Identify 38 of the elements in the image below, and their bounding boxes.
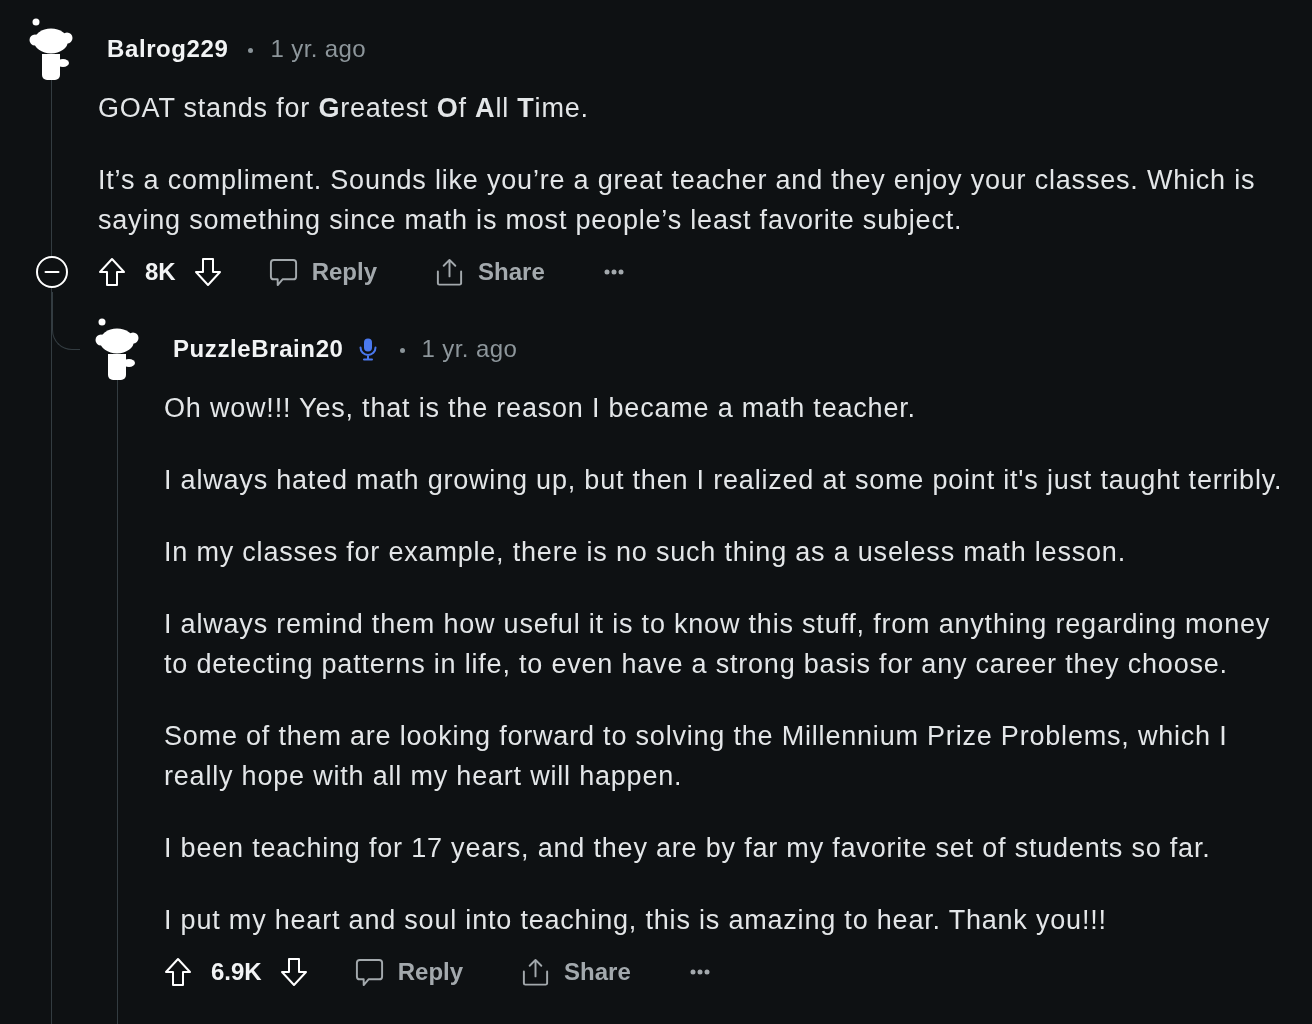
vote-count: 8K	[145, 258, 176, 286]
downvote-arrow-icon	[279, 957, 308, 987]
upvote-button[interactable]	[98, 257, 126, 287]
collapse-button[interactable]	[36, 256, 68, 288]
minus-circle-icon	[36, 256, 68, 288]
thread-connector-line	[52, 292, 80, 350]
downvote-arrow-icon	[193, 257, 222, 287]
separator-dot-icon	[248, 47, 254, 53]
downvote-button[interactable]	[193, 257, 222, 287]
comment-paragraph: It’s a compliment. Sounds like you’re a great teacher and they enjoy your classes. Which is saying something since math is most people’s least favorite subject.	[98, 164, 1257, 237]
more-options-button[interactable]	[689, 969, 710, 975]
upvote-arrow-icon	[164, 957, 192, 987]
share-button[interactable]: Share	[520, 956, 631, 988]
comment-paragraph: Some of them are looking forward to solving the Millennium Prize Problems, which I really hope with all my heart will happen.	[164, 720, 1229, 793]
comment-paragraph: I been teaching for 17 years, and they are by far my favorite set of students so far.	[164, 832, 1212, 865]
reply-button[interactable]: Reply	[353, 956, 464, 988]
timestamp: 1 yr. ago	[270, 35, 367, 63]
comment-paragraph: I always hated math growing up, but then I realized at some point it's just taught terribly.	[164, 464, 1284, 497]
more-options-button[interactable]	[603, 269, 624, 275]
comment-paragraph: In my classes for example, there is no such thing as a useless math lesson.	[164, 536, 1127, 569]
comment-paragraph: I always remind them how useful it is to know this stuff, from anything regarding money to detecting patterns in life, to even have a strong basis for any career they choose.	[164, 608, 1272, 681]
share-button[interactable]: Share	[434, 256, 545, 288]
separator-dot-icon	[399, 347, 405, 353]
vote-count: 6.9K	[211, 958, 262, 986]
comment-paragraph: I put my heart and soul into teaching, this is amazing to hear. Thank you!!!	[164, 904, 1108, 937]
more-dots-icon	[603, 269, 624, 275]
username[interactable]: Balrog229	[107, 35, 229, 63]
upvote-arrow-icon	[98, 257, 126, 287]
comment-paragraph: GOAT stands for Greatest Of All Time.	[98, 92, 590, 125]
upvote-button[interactable]	[164, 957, 192, 987]
timestamp: 1 yr. ago	[421, 335, 518, 363]
reply-button[interactable]: Reply	[267, 256, 378, 288]
username[interactable]: PuzzleBrain20	[173, 335, 344, 363]
more-dots-icon	[689, 969, 710, 975]
downvote-button[interactable]	[279, 957, 308, 987]
comment-paragraph: Oh wow!!! Yes, that is the reason I became a math teacher.	[164, 392, 917, 425]
speech-bubble-icon	[267, 256, 299, 288]
speech-bubble-icon	[353, 956, 385, 988]
